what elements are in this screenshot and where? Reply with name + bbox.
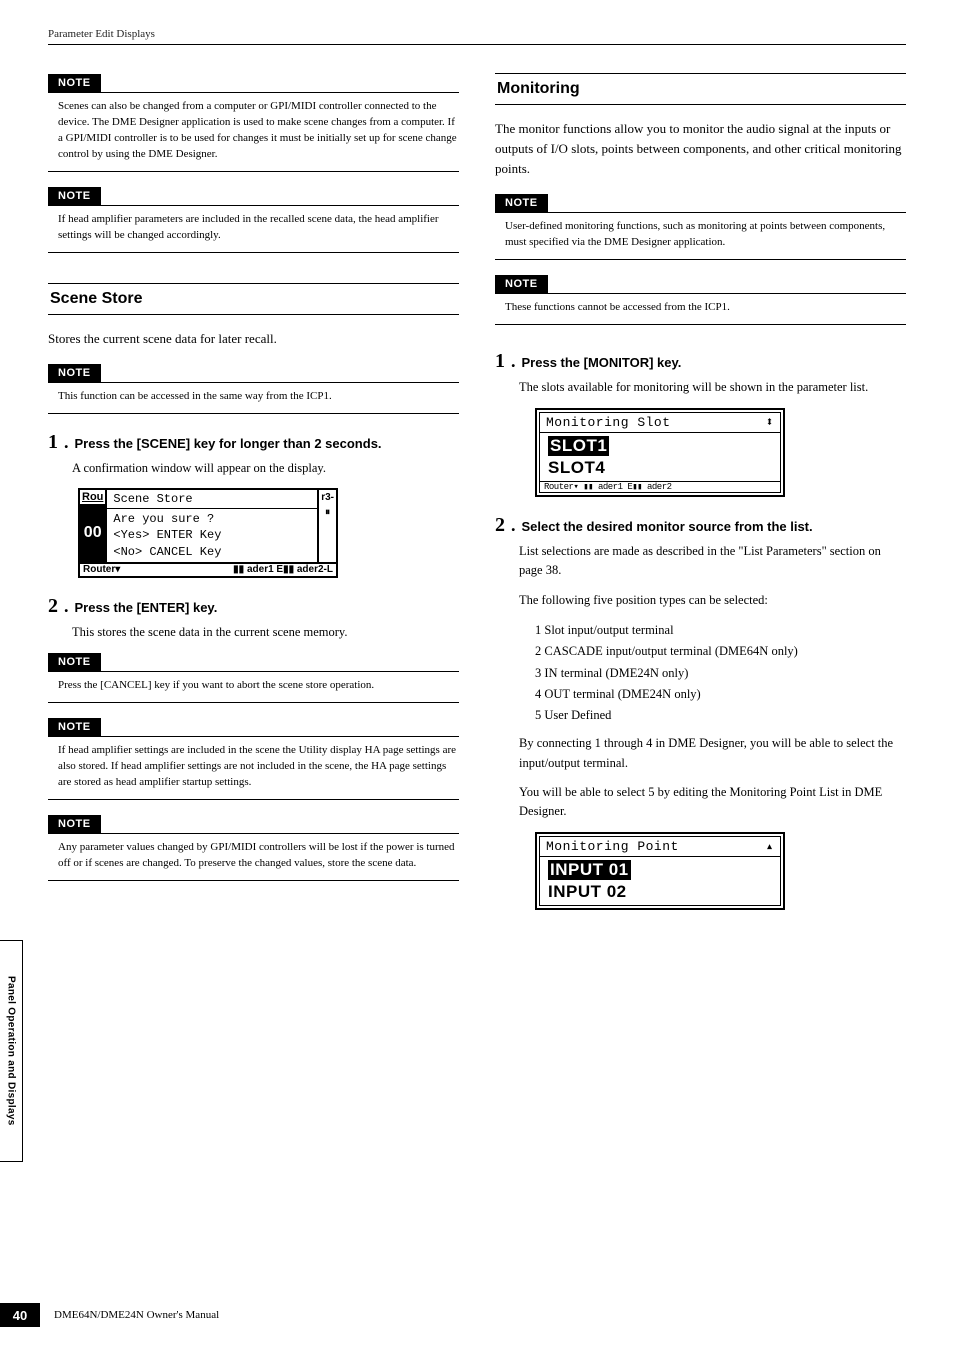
lcd-row-selected: INPUT 01 bbox=[548, 860, 631, 880]
note-label: NOTE bbox=[48, 718, 101, 736]
lcd-right-top: r3- bbox=[321, 492, 334, 503]
list-item: 3 IN terminal (DME24N only) bbox=[535, 663, 906, 684]
step-text: Press the [ENTER] key. bbox=[75, 599, 218, 617]
note-body: If head amplifier settings are included … bbox=[48, 736, 459, 800]
step-desc: List selections are made as described in… bbox=[519, 542, 906, 581]
lcd-left-top: Rou bbox=[80, 490, 105, 504]
step-num: 1 bbox=[495, 351, 505, 371]
lcd-left-mid: 00 bbox=[80, 504, 105, 562]
monitoring-slot-lcd: Monitoring Slot ⬍ SLOT1 SLOT4 Router▾ ▮▮… bbox=[535, 408, 785, 497]
step-1: 1. Press the [SCENE] key for longer than… bbox=[48, 432, 459, 453]
step-dot: . bbox=[64, 432, 69, 453]
lcd-right-mid: ⏸ bbox=[321, 507, 334, 518]
lcd-line: <No> CANCEL Key bbox=[113, 544, 311, 560]
step-dot: . bbox=[511, 351, 516, 372]
left-column: NOTE Scenes can also be changed from a c… bbox=[48, 73, 459, 924]
step-text: Press the [SCENE] key for longer than 2 … bbox=[75, 435, 382, 453]
page-number: 40 bbox=[0, 1303, 40, 1327]
step-after: By connecting 1 through 4 in DME Designe… bbox=[519, 734, 906, 773]
step-desc: This stores the scene data in the curren… bbox=[72, 623, 459, 642]
step-after: You will be able to select 5 by editing … bbox=[519, 783, 906, 822]
note-body: If head amplifier parameters are include… bbox=[48, 205, 459, 253]
note-label: NOTE bbox=[48, 74, 101, 92]
footer-text: DME64N/DME24N Owner's Manual bbox=[54, 1309, 219, 1321]
monitoring-intro: The monitor functions allow you to monit… bbox=[495, 119, 906, 179]
step-dot: . bbox=[511, 515, 516, 536]
scroll-icon: ▴ bbox=[766, 839, 774, 854]
list-item: 4 OUT terminal (DME24N only) bbox=[535, 684, 906, 705]
scene-store-title: Scene Store bbox=[48, 283, 459, 315]
note-label: NOTE bbox=[48, 187, 101, 205]
lcd-footer-m: ▮▮ ader1 E▮▮ ader2-L bbox=[233, 564, 333, 576]
note-label: NOTE bbox=[495, 194, 548, 212]
step-text: Select the desired monitor source from t… bbox=[522, 518, 813, 536]
mon-step-2: 2. Select the desired monitor source fro… bbox=[495, 515, 906, 536]
lcd-line: <Yes> ENTER Key bbox=[113, 527, 311, 543]
note-label: NOTE bbox=[495, 275, 548, 293]
step-desc: A confirmation window will appear on the… bbox=[72, 459, 459, 478]
lcd-title: Monitoring Slot bbox=[546, 415, 671, 430]
monitoring-point-lcd: Monitoring Point ▴ INPUT 01 INPUT 02 bbox=[535, 832, 785, 910]
step-desc: The following five position types can be… bbox=[519, 591, 906, 610]
scroll-up-icon: ⬍ bbox=[766, 415, 774, 430]
step-text: Press the [MONITOR] key. bbox=[522, 354, 682, 372]
lcd-row: SLOT4 bbox=[544, 457, 776, 479]
note-body: These functions cannot be accessed from … bbox=[495, 293, 906, 325]
lcd-title: Scene Store bbox=[107, 490, 317, 509]
side-tab-label: Panel Operation and Displays bbox=[6, 976, 17, 1126]
step-num: 1 bbox=[48, 432, 58, 452]
lcd-title: Monitoring Point bbox=[546, 839, 679, 854]
head-rule bbox=[48, 44, 906, 45]
note-body: Any parameter values changed by GPI/MIDI… bbox=[48, 833, 459, 881]
lcd-row-selected: SLOT1 bbox=[548, 436, 609, 456]
running-head: Parameter Edit Displays bbox=[48, 28, 906, 40]
note-body: Scenes can also be changed from a comput… bbox=[48, 92, 459, 172]
columns: NOTE Scenes can also be changed from a c… bbox=[48, 73, 906, 924]
note-body: Press the [CANCEL] key if you want to ab… bbox=[48, 671, 459, 703]
right-column: Monitoring The monitor functions allow y… bbox=[495, 73, 906, 924]
note-body: This function can be accessed in the sam… bbox=[48, 382, 459, 414]
step-dot: . bbox=[64, 596, 69, 617]
scene-store-intro: Stores the current scene data for later … bbox=[48, 329, 459, 349]
step-2: 2. Press the [ENTER] key. bbox=[48, 596, 459, 617]
note-label: NOTE bbox=[48, 815, 101, 833]
note-body: User-defined monitoring functions, such … bbox=[495, 212, 906, 260]
lcd-footer-l: Router▾ bbox=[83, 564, 120, 576]
lcd-row: INPUT 02 bbox=[544, 881, 776, 903]
scene-store-lcd: Rou 00 Scene Store Are you sure ? <Yes> … bbox=[78, 488, 338, 578]
lcd-line: Are you sure ? bbox=[113, 511, 311, 527]
step-desc: The slots available for monitoring will … bbox=[519, 378, 906, 397]
footer: 40 DME64N/DME24N Owner's Manual bbox=[0, 1303, 219, 1327]
step-num: 2 bbox=[48, 596, 58, 616]
note-label: NOTE bbox=[48, 653, 101, 671]
list-item: 1 Slot input/output terminal bbox=[535, 620, 906, 641]
side-tab: Panel Operation and Displays bbox=[0, 940, 23, 1162]
note-label: NOTE bbox=[48, 364, 101, 382]
lcd-footer: Router▾ ▮▮ ader1 E▮▮ ader2 bbox=[544, 482, 672, 492]
monitoring-title: Monitoring bbox=[495, 73, 906, 105]
position-list: 1 Slot input/output terminal 2 CASCADE i… bbox=[535, 620, 906, 726]
mon-step-1: 1. Press the [MONITOR] key. bbox=[495, 351, 906, 372]
list-item: 2 CASCADE input/output terminal (DME64N … bbox=[535, 641, 906, 662]
list-item: 5 User Defined bbox=[535, 705, 906, 726]
step-num: 2 bbox=[495, 515, 505, 535]
